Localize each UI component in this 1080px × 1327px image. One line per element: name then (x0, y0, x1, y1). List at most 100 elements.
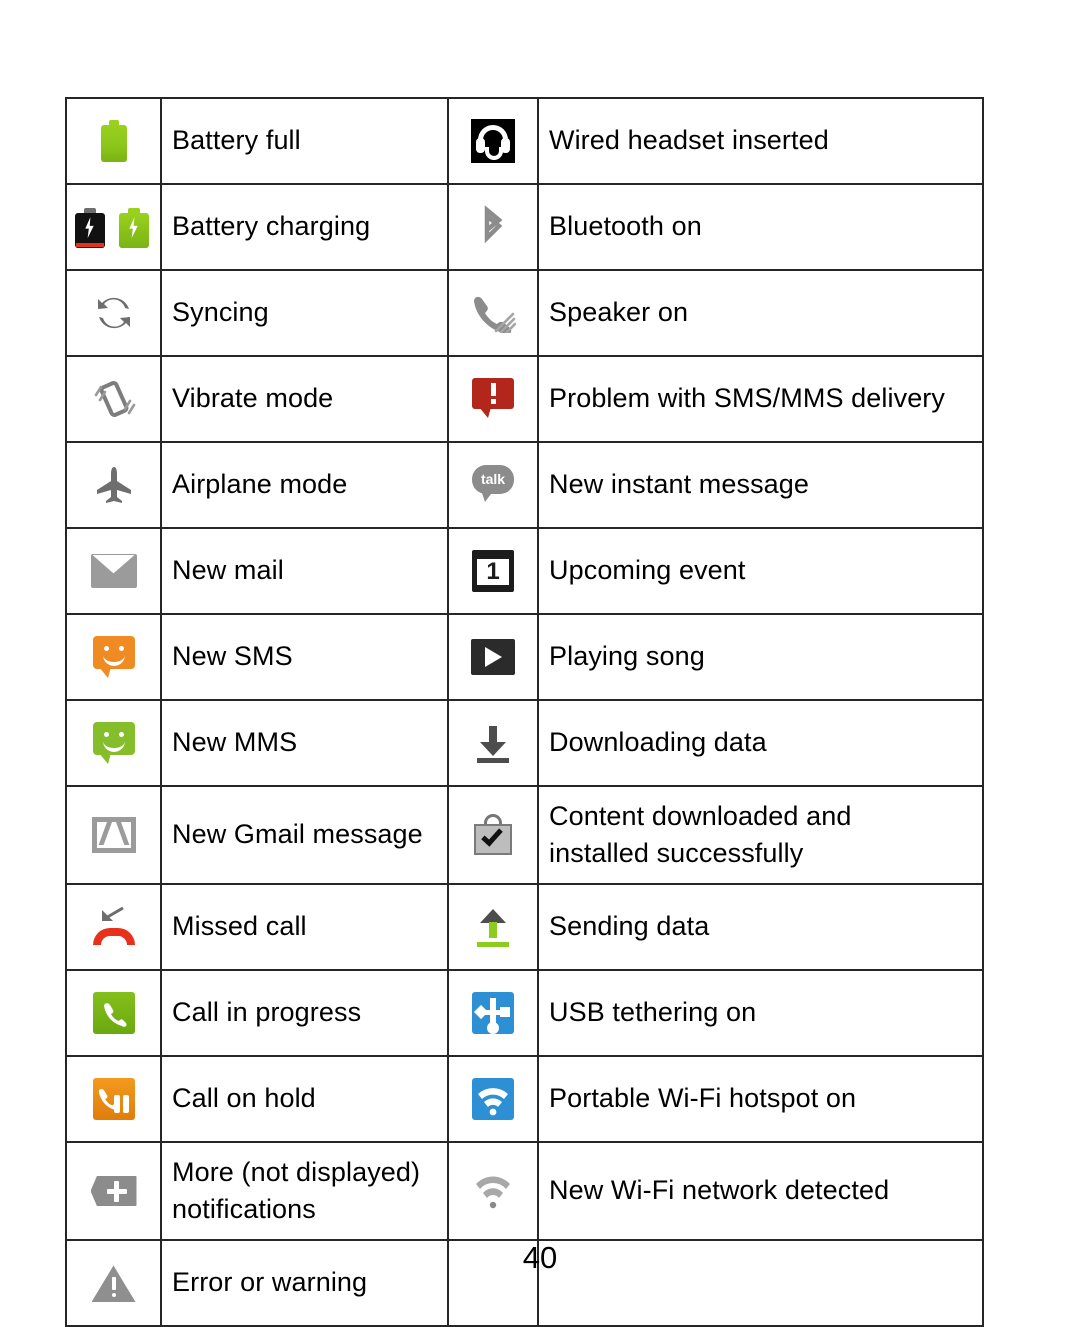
table-row: New Gmail message Content downloaded and… (65, 785, 984, 885)
table-row: Vibrate mode Problem with SMS/MMS delive… (65, 355, 984, 443)
battery-charging-icon-cell (65, 183, 162, 271)
new-mms-icon (92, 722, 135, 764)
wired-headset-icon (471, 119, 515, 163)
new-mms-icon-cell (65, 699, 162, 787)
table-row: Syncing Speaker on (65, 269, 984, 357)
row-label: Vibrate mode (160, 355, 449, 443)
airplane-mode-icon-cell (65, 441, 162, 529)
row-label: Syncing (160, 269, 449, 357)
calendar-event-icon-cell: 1 (447, 527, 539, 615)
sync-icon (94, 294, 134, 332)
play-icon (471, 639, 515, 675)
vibrate-icon (92, 379, 136, 419)
row-label: USB tethering on (537, 969, 984, 1057)
row-label: New Wi-Fi network detected (537, 1141, 984, 1241)
usb-tethering-icon (472, 992, 514, 1034)
upload-icon (473, 906, 513, 948)
bluetooth-icon-cell (447, 183, 539, 271)
battery-charging-icon (74, 204, 153, 250)
row-label: More (not displayed) notifications (160, 1141, 449, 1241)
table-row: Call on hold Portable Wi-Fi hotspot on (65, 1055, 984, 1143)
calendar-day-number: 1 (486, 558, 500, 585)
wifi-hotspot-icon (472, 1078, 514, 1120)
bluetooth-icon (478, 205, 508, 249)
sync-icon-cell (65, 269, 162, 357)
row-label-line2: notifications (172, 1194, 316, 1224)
table-row: More (not displayed) notifications New W… (65, 1141, 984, 1241)
install-complete-icon-cell (447, 785, 539, 885)
download-icon-cell (447, 699, 539, 787)
new-mail-icon (90, 554, 137, 588)
talk-icon: talk (472, 465, 514, 505)
table-row: New MMS Downloading data (65, 699, 984, 787)
battery-full-icon-cell (65, 97, 162, 185)
table-row: Missed call Sending data (65, 883, 984, 971)
more-notifications-icon (90, 1176, 137, 1206)
new-sms-icon (92, 636, 135, 678)
row-label: New Gmail message (160, 785, 449, 885)
wifi-detected-icon (472, 1170, 514, 1212)
missed-call-icon (91, 906, 137, 947)
download-icon (473, 722, 513, 764)
wifi-detected-icon-cell (447, 1141, 539, 1241)
call-in-progress-icon (92, 992, 135, 1034)
page-number: 40 (522, 1240, 558, 1275)
missed-call-icon-cell (65, 883, 162, 971)
row-label: Problem with SMS/MMS delivery (537, 355, 984, 443)
table-row: Call in progress USB tethering on (65, 969, 984, 1057)
row-label: Speaker on (537, 269, 984, 357)
row-label: Bluetooth on (537, 183, 984, 271)
row-label: Downloading data (537, 699, 984, 787)
call-on-hold-icon-cell (65, 1055, 162, 1143)
sms-problem-icon (472, 378, 514, 420)
play-icon-cell (447, 613, 539, 701)
row-label: New instant message (537, 441, 984, 529)
status-icon-reference-table: Battery full Wired headset inserted Batt… (65, 97, 984, 1327)
upload-icon-cell (447, 883, 539, 971)
more-notifications-icon-cell (65, 1141, 162, 1241)
battery-full-icon (100, 120, 127, 162)
row-label: New SMS (160, 613, 449, 701)
airplane-mode-icon (94, 465, 134, 505)
row-label: Content downloaded and installed success… (537, 785, 984, 885)
row-label-line1: Content downloaded and (549, 800, 852, 831)
document-page: Battery full Wired headset inserted Batt… (0, 0, 1080, 1327)
row-label: Call on hold (160, 1055, 449, 1143)
usb-tethering-icon-cell (447, 969, 539, 1057)
row-label: Portable Wi-Fi hotspot on (537, 1055, 984, 1143)
call-in-progress-icon-cell (65, 969, 162, 1057)
wired-headset-icon-cell (447, 97, 539, 185)
speakerphone-icon-cell (447, 269, 539, 357)
vibrate-icon-cell (65, 355, 162, 443)
calendar-event-icon: 1 (472, 550, 514, 592)
table-row: New mail 1 Upcoming event (65, 527, 984, 615)
speakerphone-icon (470, 293, 517, 335)
wifi-hotspot-icon-cell (447, 1055, 539, 1143)
new-mail-icon-cell (65, 527, 162, 615)
table-row: Airplane mode talk New instant message (65, 441, 984, 529)
sms-problem-icon-cell (447, 355, 539, 443)
row-label: Airplane mode (160, 441, 449, 529)
talk-icon-cell: talk (447, 441, 539, 529)
row-label: Wired headset inserted (537, 97, 984, 185)
row-label: Call in progress (160, 969, 449, 1057)
row-label: Sending data (537, 883, 984, 971)
row-label: Missed call (160, 883, 449, 971)
row-label-line1: More (not displayed) (172, 1156, 421, 1187)
row-label: New MMS (160, 699, 449, 787)
row-label: Battery full (160, 97, 449, 185)
row-label: Playing song (537, 613, 984, 701)
talk-icon-label: talk (480, 471, 506, 487)
table-row: Battery full Wired headset inserted (65, 97, 984, 185)
row-label: Battery charging (160, 183, 449, 271)
new-sms-icon-cell (65, 613, 162, 701)
row-label-line2: installed successfully (549, 838, 804, 868)
table-row: Battery charging Bluetooth on (65, 183, 984, 271)
call-on-hold-icon (92, 1078, 135, 1120)
gmail-icon (91, 817, 136, 853)
row-label: New mail (160, 527, 449, 615)
row-label: Upcoming event (537, 527, 984, 615)
install-complete-icon (473, 814, 513, 856)
table-row: New SMS Playing song (65, 613, 984, 701)
gmail-icon-cell (65, 785, 162, 885)
